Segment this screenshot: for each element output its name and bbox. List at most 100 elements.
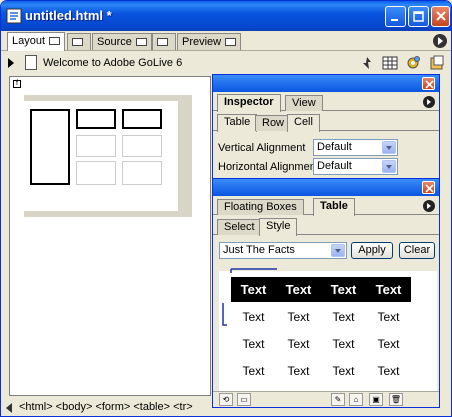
apply-button[interactable]: Apply [351,242,393,259]
minimize-icon [391,19,398,21]
export-icon[interactable]: ▭ [237,393,251,406]
close-icon [425,184,434,193]
tab-inspector-label: Inspector [224,96,274,108]
inspector-palette-titlebar[interactable] [213,75,439,92]
chevron-down-icon[interactable] [382,141,396,154]
close-button[interactable] [431,6,450,27]
title-bar[interactable]: untitled.html * [1,1,451,31]
preview-icon [225,38,237,47]
tag-path[interactable]: <html> <body> <form> <table> <tr> [19,401,193,413]
table-palette-footer: ⟲ ▭ ✎ ⌂ ▣ 🗑 [213,391,439,407]
preview-header-cell: Text [285,282,312,297]
table-palette-titlebar[interactable] [213,179,439,196]
table-cell[interactable] [76,161,116,185]
tab-menu-button[interactable] [433,34,447,48]
inspector-close-button[interactable] [422,77,435,90]
horizontal-alignment-select[interactable]: Default [313,158,398,175]
site-icon[interactable] [429,55,445,71]
table-cell[interactable] [122,135,162,157]
preview-cell: Text [377,310,400,324]
subtab-table-label: Table [224,116,251,128]
gear-icon[interactable] [405,55,421,71]
page-icon [25,55,37,70]
subtab-cell[interactable]: Cell [287,114,320,132]
subtab-style[interactable]: Style [259,218,298,236]
tab-outline[interactable] [152,33,176,50]
chevron-down-icon[interactable] [382,160,396,173]
preview-cell: Text [287,310,310,324]
subtab-select-label: Select [224,221,255,233]
canvas-corner-icon[interactable]: f [13,80,21,88]
apply-button-label: Apply [358,244,386,256]
table-palette-tabs: Floating Boxes Table [213,197,439,216]
preview-header-cell: Text [375,282,402,297]
pencil-icon[interactable]: ✎ [331,393,345,406]
grid-icon[interactable] [382,55,398,71]
horizontal-alignment-label: Horizontal Alignment [218,161,319,173]
inspector-palette: Inspector View Table Row Cell Vertical A… [212,74,440,182]
vertical-alignment-select[interactable]: Default [313,139,398,156]
sync-icon[interactable] [359,55,375,71]
layout-canvas[interactable]: f [9,76,211,396]
tab-view[interactable]: View [285,95,323,111]
vertical-alignment-value: Default [317,141,352,153]
tab-frame[interactable] [67,33,91,50]
page-title: Welcome to Adobe GoLive 6 [43,57,183,69]
table-palette-menu-button[interactable] [423,200,435,212]
subtab-cell-label: Cell [294,116,313,128]
tab-layout[interactable]: Layout [7,32,66,51]
preview-cell: Text [377,364,400,378]
outline-icon [157,38,168,47]
preview-row: Text Text Text Text [231,359,411,384]
inspector-menu-button[interactable] [423,96,435,108]
table-placeholder[interactable] [24,101,178,211]
table-cell[interactable] [122,161,162,185]
status-bar: <html> <body> <form> <table> <tr> [1,398,215,416]
view-tab-bar: Layout Source Preview [1,31,451,51]
clear-button[interactable]: Clear [399,242,435,259]
tab-source[interactable]: Source [92,33,152,50]
preview-cell: Text [242,337,265,351]
tab-layout-label: Layout [12,35,46,47]
preview-cell: Text [377,337,400,351]
frame-icon [72,38,83,47]
subtab-select[interactable]: Select [217,219,262,235]
table-palette-close-button[interactable] [422,181,435,194]
source-icon [135,38,147,47]
tab-table[interactable]: Table [313,198,355,216]
tab-inspector[interactable]: Inspector [217,94,281,112]
preview-cell: Text [287,364,310,378]
chevron-down-icon[interactable] [331,244,345,257]
arrow-left-icon[interactable] [6,403,12,413]
tab-floating-boxes[interactable]: Floating Boxes [217,199,304,215]
inspector-subtabs: Table Row Cell [213,113,439,132]
new-style-icon[interactable]: ▣ [369,393,383,406]
subtab-row[interactable]: Row [255,115,292,131]
table-cell-selected[interactable] [30,109,70,185]
save-style-icon[interactable]: ⌂ [349,393,363,406]
table-cell[interactable] [76,135,116,157]
arrow-right-icon [438,37,443,45]
preview-row: Text Text Text Text [231,332,411,357]
close-icon [425,80,434,89]
document-toolbar: Welcome to Adobe GoLive 6 [1,52,451,74]
layout-icon [49,37,61,46]
table-style-preview: Text Text Text Text Text Text Text Text … [219,268,437,391]
subtab-style-label: Style [266,220,291,232]
expand-triangle-icon[interactable] [8,58,14,68]
preview-cell: Text [242,310,265,324]
subtab-table[interactable]: Table [217,114,258,132]
table-style-select[interactable]: Just The Facts [219,242,347,259]
preview-cell: Text [332,364,355,378]
trash-icon[interactable]: 🗑 [389,393,403,406]
minimize-button[interactable] [385,6,406,27]
table-cell[interactable] [122,109,162,129]
table-cell[interactable] [76,109,116,129]
table-palette: Floating Boxes Table Select Style Just T… [212,178,440,408]
tab-view-label: View [292,97,316,109]
maximize-button[interactable] [408,6,429,27]
tab-table-label: Table [320,200,348,212]
import-icon[interactable]: ⟲ [219,393,233,406]
tab-preview[interactable]: Preview [177,33,242,50]
vertical-alignment-label: Vertical Alignment [218,142,306,154]
